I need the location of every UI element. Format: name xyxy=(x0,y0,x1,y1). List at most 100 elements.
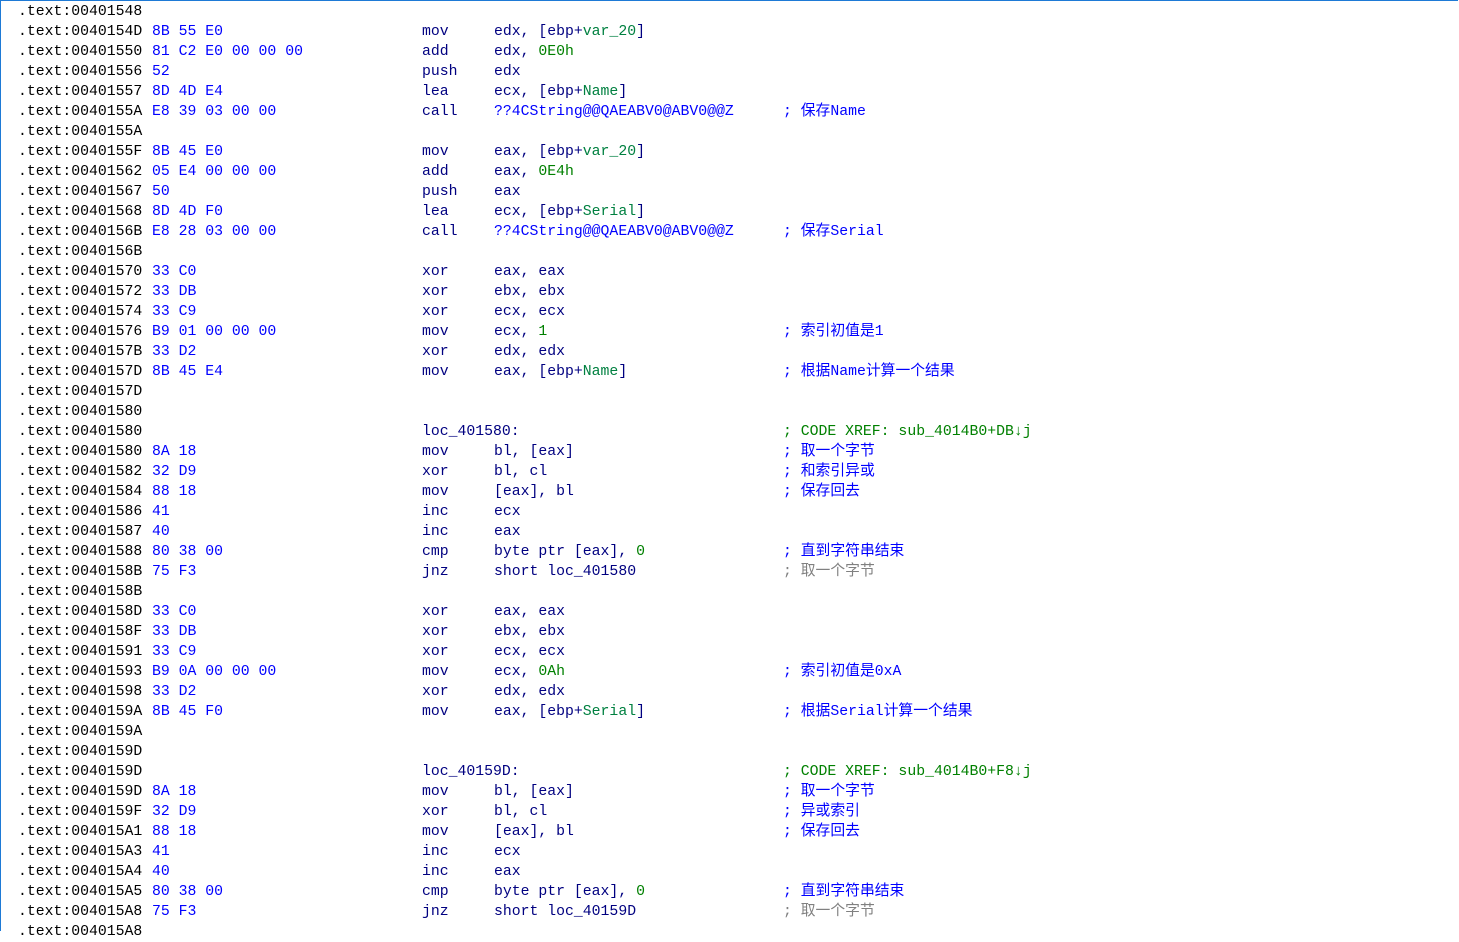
disasm-line[interactable]: .text:00401548 xyxy=(1,2,1451,22)
comment: ; 根据Name计算一个结果 xyxy=(783,364,955,380)
xref-comment[interactable]: ; CODE XREF: sub_4014B0+F8↓j xyxy=(783,762,1032,782)
opcode-bytes: E8 28 03 00 00 xyxy=(152,224,277,240)
disasm-line[interactable]: .text:00401562 05 E4 00 00 00 add eax, 0E4h xyxy=(1,162,1451,182)
disasm-line[interactable]: .text:0040157D 8B 45 E4 mov eax, [ebp+Name]… xyxy=(1,362,1451,382)
disasm-line[interactable]: .text:004015A1 88 18 mov [eax], bl ; 保存回去 xyxy=(1,822,1451,842)
disasm-line[interactable]: .text:0040155A xyxy=(1,122,1451,142)
stack-variable[interactable]: Serial xyxy=(583,704,636,720)
opcode-bytes: 75 F3 xyxy=(152,564,197,580)
operand-text: bl, cl xyxy=(494,804,548,820)
mnemonic: xor xyxy=(422,284,449,300)
code-label[interactable]: loc_401580: xyxy=(422,422,520,442)
disasm-line[interactable]: .text:0040159D 8A 18 mov bl, [eax] ; 取一个字节 xyxy=(1,782,1451,802)
disasm-line[interactable]: .text:00401580 8A 18 mov bl, [eax] ; 取一个字节 xyxy=(1,442,1451,462)
xref-comment[interactable]: ; CODE XREF: sub_4014B0+DB↓j xyxy=(783,422,1032,442)
opcode-bytes: 8B 45 F0 xyxy=(152,704,224,720)
disasm-line[interactable]: .text:0040159D xyxy=(1,742,1451,762)
line-address: .text:00401587 xyxy=(18,524,143,540)
disassembly-view[interactable]: .text:00401548 .text:0040154D 8B 55 E0 mov e… xyxy=(0,0,1458,940)
disasm-line[interactable]: .text:004015A8 75 F3 jnz short loc_40159D ; … xyxy=(1,902,1451,922)
disasm-line[interactable]: .text:0040155F 8B 45 E0 mov eax, [ebp+var_2… xyxy=(1,142,1451,162)
stack-variable[interactable]: var_20 xyxy=(583,24,636,40)
comment: ; 和索引异或 xyxy=(783,464,875,480)
disasm-line[interactable]: .text:00401550 81 C2 E0 00 00 00 add edx, 0… xyxy=(1,42,1451,62)
operand-text: ecx, ecx xyxy=(494,304,566,320)
line-address: .text:00401582 xyxy=(18,464,143,480)
comment: ; 直到字符串结束 xyxy=(783,544,905,560)
disasm-line[interactable]: .text:0040154D 8B 55 E0 mov edx, [ebp+var_2… xyxy=(1,22,1451,42)
disasm-line[interactable]: .text:00401598 33 D2 xor edx, edx xyxy=(1,682,1451,702)
operand-text: edx, [ebp+ xyxy=(494,24,583,40)
disasm-line[interactable]: .text:004015A8 xyxy=(1,922,1451,942)
stack-variable[interactable]: Serial xyxy=(583,204,636,220)
disasm-line[interactable]: .text:00401572 33 DB xor ebx, ebx xyxy=(1,282,1451,302)
disasm-line[interactable]: .text:00401556 52 push edx xyxy=(1,62,1451,82)
disasm-line[interactable]: .text:0040159F 32 D9 xor bl, cl ; 异或索引 xyxy=(1,802,1451,822)
line-address: .text:0040155A xyxy=(18,124,143,140)
operand-text: ecx xyxy=(494,844,521,860)
disasm-line[interactable]: .text:0040158D 33 C0 xor eax, eax xyxy=(1,602,1451,622)
opcode-bytes: 8B 45 E0 xyxy=(152,144,224,160)
opcode-bytes: 33 DB xyxy=(152,624,197,640)
disasm-line[interactable]: .text:00401576 B9 01 00 00 00 mov ecx, 1 ; 索… xyxy=(1,322,1451,342)
stack-variable[interactable]: Name xyxy=(583,84,619,100)
stack-variable[interactable]: Name xyxy=(583,364,619,380)
opcode-bytes: 80 38 00 xyxy=(152,884,224,900)
disasm-line[interactable]: .text:00401588 80 38 00 cmp byte ptr [eax],… xyxy=(1,542,1451,562)
operand-text: ebx, ebx xyxy=(494,624,566,640)
disasm-line[interactable]: .text:00401582 32 D9 xor bl, cl ; 和索引异或 xyxy=(1,462,1451,482)
disasm-line[interactable]: .text:004015A4 40 inc eax xyxy=(1,862,1451,882)
disasm-line[interactable]: .text:0040157B 33 D2 xor edx, edx xyxy=(1,342,1451,362)
line-address: .text:0040159D xyxy=(18,784,143,800)
disasm-line[interactable]: .text:00401593 B9 0A 00 00 00 mov ecx, 0Ah;… xyxy=(1,662,1451,682)
line-address: .text:0040156B xyxy=(18,224,143,240)
disasm-line[interactable]: .text:00401568 8D 4D F0 lea ecx, [ebp+Seria… xyxy=(1,202,1451,222)
disasm-line[interactable]: .text:0040155A E8 39 03 00 00 call ??4CStri… xyxy=(1,102,1451,122)
disasm-line[interactable]: .text:004015A5 80 38 00 cmp byte ptr [eax],… xyxy=(1,882,1451,902)
operands: short loc_40159D xyxy=(494,902,636,922)
disasm-line[interactable]: .text:00401586 41 inc ecx xyxy=(1,502,1451,522)
disasm-line[interactable]: .text:0040156B xyxy=(1,242,1451,262)
line-address: .text:00401570 xyxy=(18,264,143,280)
line-address: .text:0040159D xyxy=(18,744,143,760)
disasm-line[interactable]: .text:0040158F 33 DB xor ebx, ebx xyxy=(1,622,1451,642)
disasm-line[interactable]: .text:00401580 xyxy=(1,402,1451,422)
operand-text: eax xyxy=(494,524,521,540)
disasm-line[interactable]: .text:00401567 50 push eax xyxy=(1,182,1451,202)
disasm-line[interactable]: .text:0040157D xyxy=(1,382,1451,402)
disasm-line[interactable]: .text:00401570 33 C0 xor eax, eax xyxy=(1,262,1451,282)
disasm-line[interactable]: .text:0040159A 8B 45 F0 mov eax, [ebp+Seria… xyxy=(1,702,1451,722)
operand-text: edx, edx xyxy=(494,684,566,700)
disasm-line[interactable]: .text:0040159D loc_40159D: ; CODE XREF: su… xyxy=(1,762,1451,782)
operand-text: ecx xyxy=(494,504,521,520)
operands: ebx, ebx xyxy=(494,282,565,302)
disasm-line[interactable]: .text:0040158B xyxy=(1,582,1451,602)
immediate-value: 1 xyxy=(538,324,548,340)
disasm-line[interactable]: .text:0040159A xyxy=(1,722,1451,742)
operand-text: [eax], bl xyxy=(494,824,574,840)
call-target[interactable]: ??4CString@@QAEABV0@ABV0@@Z xyxy=(494,104,734,120)
disasm-line[interactable]: .text:0040158B 75 F3 jnz short loc_401580 ; … xyxy=(1,562,1451,582)
call-target[interactable]: ??4CString@@QAEABV0@ABV0@@Z xyxy=(494,224,734,240)
operands: [eax], bl xyxy=(494,482,574,502)
disasm-line[interactable]: .text:0040156B E8 28 03 00 00 call ??4CStri… xyxy=(1,222,1451,242)
operand-text: ] xyxy=(636,704,645,720)
opcode-bytes: 33 D2 xyxy=(152,344,197,360)
disasm-line[interactable]: .text:00401587 40 inc eax xyxy=(1,522,1451,542)
disasm-line[interactable]: .text:00401574 33 C9 xor ecx, ecx xyxy=(1,302,1451,322)
operands: bl, cl xyxy=(494,802,547,822)
opcode-bytes: 8B 55 E0 xyxy=(152,24,224,40)
disasm-line[interactable]: .text:00401557 8D 4D E4 lea ecx, [ebp+Name] xyxy=(1,82,1451,102)
stack-variable[interactable]: var_20 xyxy=(583,144,636,160)
operand-text: eax xyxy=(494,184,521,200)
disasm-line[interactable]: .text:00401591 33 C9 xor ecx, ecx xyxy=(1,642,1451,662)
disasm-line[interactable]: .text:00401580 loc_401580: ; CODE XREF: su… xyxy=(1,422,1451,442)
mnemonic: xor xyxy=(422,644,449,660)
mnemonic: add xyxy=(422,164,449,180)
code-label[interactable]: loc_40159D: xyxy=(422,762,520,782)
opcode-bytes: 88 18 xyxy=(152,484,197,500)
operand-text: eax, [ebp+ xyxy=(494,144,583,160)
disasm-line[interactable]: .text:00401584 88 18 mov [eax], bl ; 保存回去 xyxy=(1,482,1451,502)
line-address: .text:0040159A xyxy=(18,724,143,740)
disasm-line[interactable]: .text:004015A3 41 inc ecx xyxy=(1,842,1451,862)
